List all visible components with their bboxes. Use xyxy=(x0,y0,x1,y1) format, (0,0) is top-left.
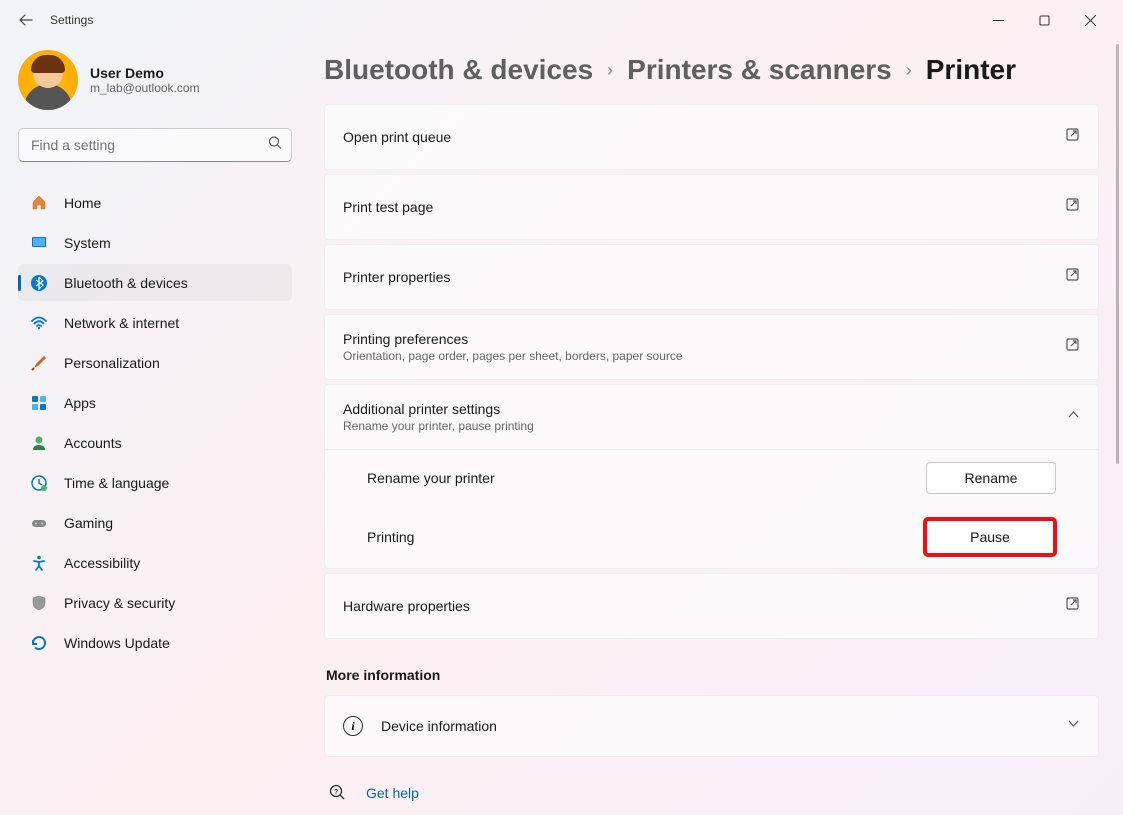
help-link[interactable]: Get help xyxy=(366,785,419,801)
card-subtitle: Orientation, page order, pages per sheet… xyxy=(343,349,1065,363)
card-additional-header[interactable]: Additional printer settings Rename your … xyxy=(325,385,1098,449)
nav-label: Time & language xyxy=(64,475,169,491)
card-hardware-properties[interactable]: Hardware properties xyxy=(324,573,1099,639)
breadcrumb-level2[interactable]: Printers & scanners xyxy=(627,54,892,86)
close-icon xyxy=(1085,15,1096,26)
search-input[interactable] xyxy=(18,128,292,162)
breadcrumb-level1[interactable]: Bluetooth & devices xyxy=(324,54,593,86)
minimize-icon xyxy=(993,15,1004,26)
titlebar: Settings xyxy=(0,0,1123,40)
arrow-left-icon xyxy=(18,12,34,28)
nav-label: Home xyxy=(64,195,101,211)
card-open-queue[interactable]: Open print queue xyxy=(324,104,1099,170)
nav-item-system[interactable]: System xyxy=(18,224,292,261)
close-button[interactable] xyxy=(1067,4,1113,36)
nav-label: Accounts xyxy=(64,435,122,451)
help-icon: ? xyxy=(328,783,348,803)
row-printing: Printing Pause xyxy=(325,506,1098,568)
person-icon xyxy=(30,434,48,452)
card-printing-preferences[interactable]: Printing preferences Orientation, page o… xyxy=(324,314,1099,380)
user-block[interactable]: User Demo m_lab@outlook.com xyxy=(18,50,292,110)
home-icon xyxy=(30,194,48,212)
nav-label: Personalization xyxy=(64,355,160,371)
open-external-icon xyxy=(1065,127,1080,147)
breadcrumb: Bluetooth & devices › Printers & scanner… xyxy=(324,54,1099,86)
bluetooth-icon xyxy=(30,274,48,292)
open-external-icon xyxy=(1065,267,1080,287)
section-heading-more-info: More information xyxy=(326,667,1099,683)
card-title: Open print queue xyxy=(343,129,1065,145)
nav-label: Accessibility xyxy=(64,555,140,571)
row-rename-printer: Rename your printer Rename xyxy=(325,450,1098,506)
nav-label: Bluetooth & devices xyxy=(64,275,188,291)
search-icon xyxy=(268,136,282,155)
minimize-button[interactable] xyxy=(975,4,1021,36)
maximize-button[interactable] xyxy=(1021,4,1067,36)
printing-label: Printing xyxy=(367,529,924,545)
user-email: m_lab@outlook.com xyxy=(90,81,200,95)
open-external-icon xyxy=(1065,596,1080,616)
scrollbar[interactable] xyxy=(1116,44,1119,464)
apps-icon xyxy=(30,394,48,412)
gamepad-icon xyxy=(30,514,48,532)
clock-icon xyxy=(30,474,48,492)
nav-label: Network & internet xyxy=(64,315,179,331)
nav-item-privacy[interactable]: Privacy & security xyxy=(18,584,292,621)
chevron-right-icon: › xyxy=(906,60,912,81)
rename-button[interactable]: Rename xyxy=(926,462,1056,494)
chevron-right-icon: › xyxy=(607,60,613,81)
brush-icon xyxy=(30,354,48,372)
card-device-information[interactable]: i Device information xyxy=(324,695,1099,757)
nav-item-accounts[interactable]: Accounts xyxy=(18,424,292,461)
system-icon xyxy=(30,234,48,252)
nav-item-accessibility[interactable]: Accessibility xyxy=(18,544,292,581)
nav-list: Home System Bluetooth & devices Network … xyxy=(18,184,292,661)
card-title: Print test page xyxy=(343,199,1065,215)
maximize-icon xyxy=(1039,15,1050,26)
nav-label: Privacy & security xyxy=(64,595,175,611)
card-title: Device information xyxy=(381,718,1049,734)
help-row: ? Get help xyxy=(324,783,1099,803)
card-title: Printing preferences xyxy=(343,331,1065,347)
nav-item-update[interactable]: Windows Update xyxy=(18,624,292,661)
rename-label: Rename your printer xyxy=(367,470,926,486)
nav-label: Windows Update xyxy=(64,635,170,651)
nav-item-home[interactable]: Home xyxy=(18,184,292,221)
card-printer-properties[interactable]: Printer properties xyxy=(324,244,1099,310)
svg-text:?: ? xyxy=(334,789,338,796)
nav-label: System xyxy=(64,235,111,251)
breadcrumb-current: Printer xyxy=(926,54,1016,86)
nav-item-time[interactable]: Time & language xyxy=(18,464,292,501)
update-icon xyxy=(30,634,48,652)
nav-item-network[interactable]: Network & internet xyxy=(18,304,292,341)
search-box xyxy=(18,128,292,162)
sidebar: User Demo m_lab@outlook.com Home System … xyxy=(0,40,310,815)
back-button[interactable] xyxy=(16,10,36,30)
nav-label: Gaming xyxy=(64,515,113,531)
open-external-icon xyxy=(1065,337,1080,357)
card-subtitle: Rename your printer, pause printing xyxy=(343,419,1067,433)
avatar xyxy=(18,50,78,110)
nav-item-gaming[interactable]: Gaming xyxy=(18,504,292,541)
nav-label: Apps xyxy=(64,395,96,411)
nav-item-apps[interactable]: Apps xyxy=(18,384,292,421)
open-external-icon xyxy=(1065,197,1080,217)
pause-button[interactable]: Pause xyxy=(924,518,1056,556)
shield-icon xyxy=(30,594,48,612)
nav-item-personalization[interactable]: Personalization xyxy=(18,344,292,381)
wifi-icon xyxy=(30,314,48,332)
user-name: User Demo xyxy=(90,65,200,81)
card-test-page[interactable]: Print test page xyxy=(324,174,1099,240)
card-additional-settings: Additional printer settings Rename your … xyxy=(324,384,1099,569)
card-title: Hardware properties xyxy=(343,598,1065,614)
card-title: Printer properties xyxy=(343,269,1065,285)
chevron-up-icon xyxy=(1067,408,1080,426)
info-icon: i xyxy=(343,716,363,736)
main-content: Bluetooth & devices › Printers & scanner… xyxy=(310,40,1123,815)
accessibility-icon xyxy=(30,554,48,572)
card-title: Additional printer settings xyxy=(343,401,1067,417)
chevron-down-icon xyxy=(1067,717,1080,735)
nav-item-bluetooth[interactable]: Bluetooth & devices xyxy=(18,264,292,301)
window-title: Settings xyxy=(50,13,93,27)
